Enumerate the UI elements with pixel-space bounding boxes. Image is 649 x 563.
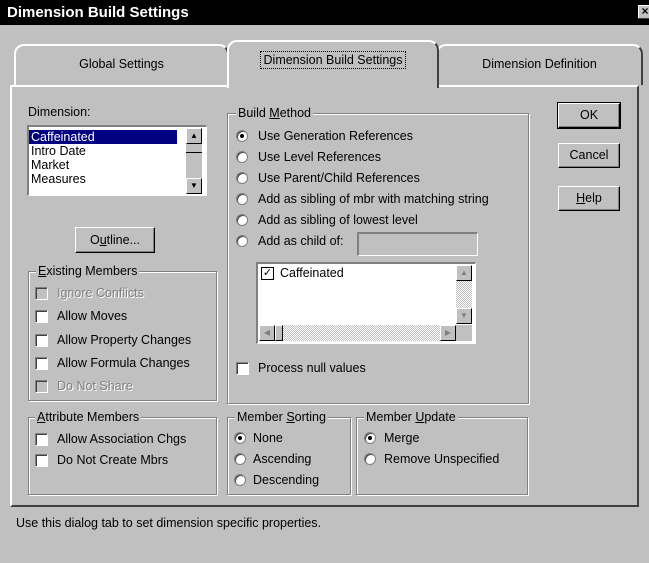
existing-members-legend: Existing Members bbox=[36, 264, 140, 278]
allow-moves-label: Allow Moves bbox=[57, 309, 128, 323]
scroll-corner bbox=[456, 325, 472, 341]
list-item[interactable]: Intro Date bbox=[29, 144, 177, 158]
update-merge-radio[interactable] bbox=[364, 432, 376, 444]
sort-ascending-label: Ascending bbox=[253, 452, 312, 466]
tree-item-label[interactable]: Caffeinated bbox=[280, 266, 344, 281]
allow-property-changes-label: Allow Property Changes bbox=[57, 333, 192, 347]
tab-label: Dimension Build Settings bbox=[259, 51, 407, 69]
sibling-matching-string-radio[interactable] bbox=[236, 193, 248, 205]
allow-association-chgs-label: Allow Association Chgs bbox=[57, 432, 187, 446]
sort-none-radio[interactable] bbox=[234, 432, 246, 444]
tab-label: Global Settings bbox=[79, 57, 164, 71]
legend-text: ttribute Members bbox=[45, 410, 140, 424]
legend-text: xisting Members bbox=[46, 264, 138, 278]
allow-formula-changes-checkbox[interactable] bbox=[35, 357, 48, 370]
scroll-left-button[interactable]: ◀ bbox=[259, 325, 275, 341]
help-button[interactable]: Help bbox=[558, 186, 620, 211]
do-not-share-checkbox[interactable] bbox=[35, 380, 48, 393]
legend-text: ethod bbox=[279, 106, 311, 120]
tab-dimension-build-settings[interactable]: Dimension Build Settings bbox=[227, 40, 439, 88]
allow-association-chgs-checkbox[interactable] bbox=[35, 433, 48, 446]
scroll-down-button[interactable]: ▼ bbox=[456, 308, 472, 324]
allow-formula-changes-label: Allow Formula Changes bbox=[57, 356, 190, 370]
parent-child-references-label: Use Parent/Child References bbox=[258, 171, 420, 185]
scroll-thumb[interactable] bbox=[186, 152, 202, 153]
member-sorting-legend: Member Sorting bbox=[235, 410, 328, 424]
legend-text: Member bbox=[366, 410, 416, 424]
parent-child-references-radio[interactable] bbox=[236, 172, 248, 184]
window-title: Dimension Build Settings bbox=[7, 4, 189, 21]
status-text: Use this dialog tab to set dimension spe… bbox=[16, 516, 322, 530]
help-label: elp bbox=[585, 191, 602, 205]
outline-button[interactable]: Outline... bbox=[75, 227, 155, 253]
close-button[interactable]: × bbox=[638, 5, 649, 19]
process-null-values-checkbox[interactable] bbox=[236, 362, 249, 375]
scrollbar-track[interactable] bbox=[186, 144, 202, 178]
dimension-listbox[interactable]: Caffeinated Intro Date Market Measures ▲… bbox=[27, 125, 207, 196]
sort-descending-label: Descending bbox=[253, 473, 320, 487]
tab-dimension-definition[interactable]: Dimension Definition bbox=[436, 44, 643, 85]
build-method-legend: Build Method bbox=[236, 106, 313, 120]
ok-button[interactable]: OK bbox=[557, 102, 621, 129]
scroll-down-button[interactable]: ▼ bbox=[186, 178, 202, 194]
help-accel: H bbox=[576, 191, 586, 205]
list-item[interactable]: Market bbox=[29, 158, 177, 172]
tab-global-settings[interactable]: Global Settings bbox=[14, 44, 229, 85]
sort-none-label: None bbox=[253, 431, 283, 445]
legend-accel: M bbox=[269, 106, 280, 120]
update-remove-unspecified-label: Remove Unspecified bbox=[384, 452, 500, 466]
dimension-label: Dimension: bbox=[28, 105, 91, 119]
legend-accel: S bbox=[286, 410, 295, 424]
title-bar[interactable]: Dimension Build Settings × bbox=[0, 0, 649, 25]
member-update-legend: Member Update bbox=[364, 410, 458, 424]
do-not-create-mbrs-checkbox[interactable] bbox=[35, 454, 48, 467]
vertical-scroll-track[interactable] bbox=[456, 281, 472, 308]
tab-label: Dimension Definition bbox=[482, 57, 597, 71]
generation-references-label: Use Generation References bbox=[258, 129, 413, 143]
outline-label-part: O bbox=[89, 233, 100, 247]
list-item[interactable]: Caffeinated bbox=[29, 130, 177, 144]
outline-label-part: tline... bbox=[106, 233, 141, 247]
scroll-up-button[interactable]: ▲ bbox=[186, 128, 202, 144]
sibling-matching-string-label: Add as sibling of mbr with matching stri… bbox=[258, 192, 489, 206]
legend-text: pdate bbox=[424, 410, 456, 424]
sort-descending-radio[interactable] bbox=[234, 474, 246, 486]
allow-property-changes-checkbox[interactable] bbox=[35, 334, 48, 347]
do-not-create-mbrs-label: Do Not Create Mbrs bbox=[57, 453, 169, 467]
scroll-right-button[interactable]: ▶ bbox=[440, 325, 456, 341]
level-references-label: Use Level References bbox=[258, 150, 381, 164]
level-references-radio[interactable] bbox=[236, 151, 248, 163]
member-tree-list[interactable]: ✓ Caffeinated ▲ ▼ ◀ ▶ bbox=[256, 262, 476, 344]
add-as-child-input[interactable] bbox=[357, 232, 478, 256]
cancel-button[interactable]: Cancel bbox=[558, 143, 620, 168]
outline-label-accel: u bbox=[99, 233, 107, 247]
legend-text: Member bbox=[237, 410, 287, 424]
sort-ascending-radio[interactable] bbox=[234, 453, 246, 465]
allow-moves-checkbox[interactable] bbox=[35, 310, 48, 323]
legend-text: orting bbox=[294, 410, 326, 424]
generation-references-radio[interactable] bbox=[236, 130, 248, 142]
add-as-child-label: Add as child of: bbox=[258, 234, 344, 248]
update-remove-unspecified-radio[interactable] bbox=[364, 453, 376, 465]
horizontal-scroll-track[interactable] bbox=[283, 325, 440, 341]
list-item[interactable]: Measures bbox=[29, 172, 177, 186]
legend-text: Build bbox=[238, 106, 270, 120]
do-not-share-label: Do Not Share bbox=[57, 379, 133, 393]
add-as-child-radio[interactable] bbox=[236, 235, 248, 247]
sibling-lowest-level-label: Add as sibling of lowest level bbox=[258, 213, 418, 227]
ignore-conflicts-label: Ignore Conflicts bbox=[57, 286, 144, 300]
scroll-up-button[interactable]: ▲ bbox=[456, 265, 472, 281]
check-icon[interactable]: ✓ bbox=[261, 267, 274, 280]
process-null-values-label: Process null values bbox=[258, 361, 366, 375]
horizontal-scroll-thumb[interactable] bbox=[275, 325, 283, 341]
sibling-lowest-level-radio[interactable] bbox=[236, 214, 248, 226]
legend-accel: U bbox=[415, 410, 425, 424]
attribute-members-legend: Attribute Members bbox=[35, 410, 142, 424]
update-merge-label: Merge bbox=[384, 431, 420, 445]
ignore-conflicts-checkbox[interactable] bbox=[35, 287, 48, 300]
